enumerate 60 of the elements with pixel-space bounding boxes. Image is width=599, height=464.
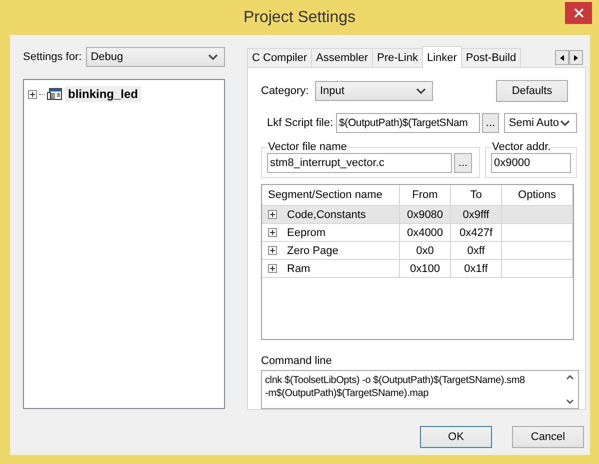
expand-icon[interactable] — [268, 228, 277, 237]
right-arrow-icon — [574, 54, 578, 60]
chevron-down-icon — [559, 119, 571, 127]
segment-row[interactable]: Ram 0x100 0x1ff — [262, 260, 573, 278]
expand-icon[interactable] — [268, 210, 277, 219]
ok-button[interactable]: OK — [420, 426, 492, 448]
group-label: Vector file name — [267, 141, 348, 153]
browse-button[interactable]: ... — [454, 153, 472, 173]
settings-for-label: Settings for: — [23, 51, 82, 63]
expand-icon[interactable] — [268, 264, 277, 273]
expand-icon[interactable] — [268, 246, 277, 255]
table-cell: Eeprom — [287, 226, 326, 238]
table-cell: 0x100 — [400, 260, 451, 277]
browse-button[interactable]: ... — [482, 113, 499, 133]
table-cell: 0x0 — [400, 242, 451, 259]
project-icon — [47, 87, 63, 101]
column-header[interactable]: To — [451, 185, 502, 205]
scroll-right-button[interactable] — [569, 50, 583, 65]
table-cell: 0x9080 — [400, 206, 451, 223]
chevron-down-icon — [415, 87, 427, 95]
close-button[interactable] — [565, 2, 592, 24]
segment-row[interactable]: Zero Page 0x0 0xff — [262, 242, 573, 260]
table-cell: Ram — [287, 262, 310, 274]
tab[interactable]: Post-Build — [460, 48, 522, 67]
close-icon — [574, 8, 584, 18]
scroll-left-button[interactable] — [555, 50, 569, 65]
table-cell: 0x427f — [451, 224, 502, 241]
expand-icon[interactable] — [28, 90, 37, 98]
table-cell: 0x4000 — [400, 224, 451, 241]
segment-row[interactable]: Eeprom 0x4000 0x427f — [262, 224, 573, 242]
vector-file-field[interactable]: stm8_interrupt_vector.c — [267, 153, 452, 173]
category-dropdown[interactable]: Input — [315, 81, 433, 101]
scroll-down-icon[interactable] — [566, 399, 574, 404]
lkf-script-label: Lkf Script file: — [267, 117, 334, 129]
left-arrow-icon — [560, 54, 564, 60]
column-header[interactable]: Segment/Section name — [262, 185, 400, 205]
defaults-button[interactable]: Defaults — [496, 80, 568, 102]
column-header[interactable]: From — [400, 185, 451, 205]
group-label: Vector addr. — [491, 141, 552, 153]
column-header[interactable]: Options — [502, 185, 573, 205]
mode-dropdown[interactable]: Semi Auto — [504, 113, 577, 133]
tab[interactable]: C Compiler — [247, 48, 312, 67]
command-line-field[interactable]: clnk $(ToolsetLibOpts) -o $(OutputPath)$(TargetSName).sm8 -m$(OutputPath)$(TargetSName).map — [261, 370, 579, 409]
configuration-dropdown[interactable]: Debug — [86, 47, 225, 67]
command-line-label: Command line — [261, 354, 333, 367]
table-cell: Code,Constants — [287, 208, 366, 220]
segment-row[interactable]: Code,Constants 0x9080 0x9fff — [262, 206, 573, 224]
lkf-script-field[interactable]: $(OutputPath)$(TargetSNam — [336, 113, 480, 133]
window-title: Project Settings — [243, 8, 356, 26]
table-cell: 0x9fff — [451, 206, 502, 223]
cancel-button[interactable]: Cancel — [512, 426, 584, 448]
table-cell: 0x1ff — [451, 260, 502, 277]
vector-address-field[interactable]: 0x9000 — [491, 153, 571, 173]
table-cell: Zero Page — [287, 244, 338, 256]
chevron-down-icon — [207, 53, 219, 61]
category-label: Category: — [261, 85, 310, 97]
scroll-up-icon[interactable] — [566, 374, 574, 380]
tab[interactable]: Linker — [422, 46, 462, 68]
table-cell: 0xff — [451, 242, 502, 259]
tree-item[interactable]: blinking_led — [65, 86, 142, 102]
